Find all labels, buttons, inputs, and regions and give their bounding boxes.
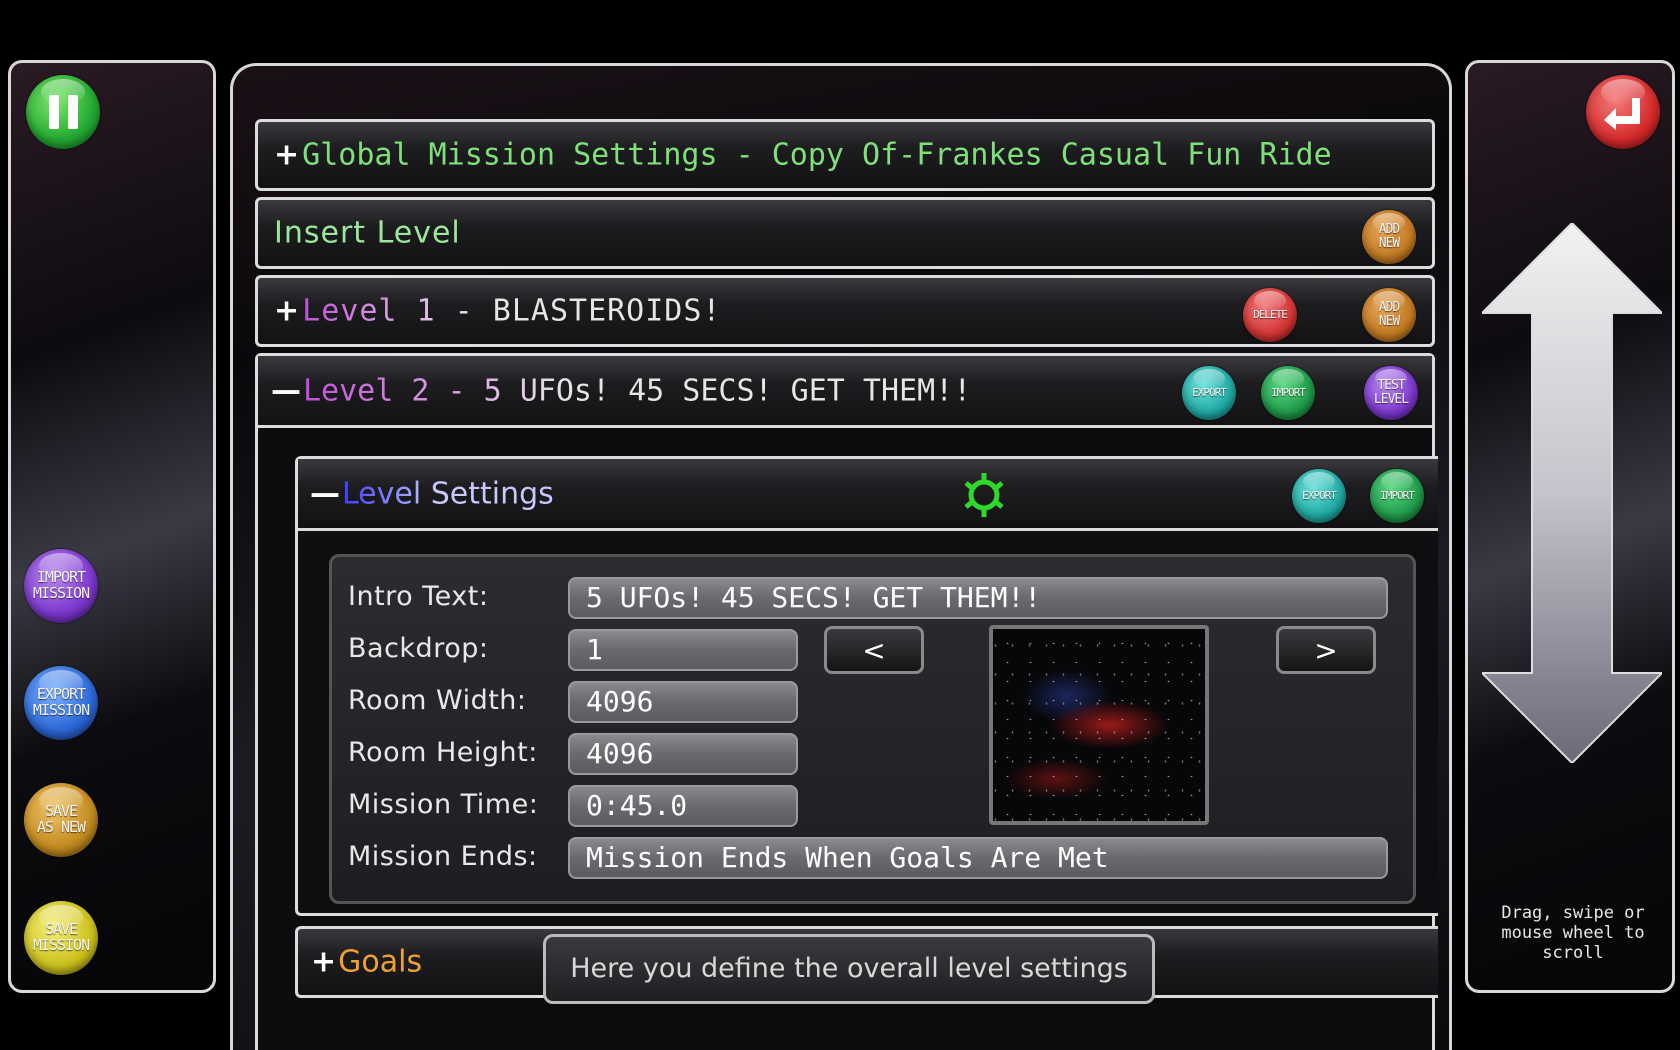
room-width-input[interactable]: 4096 [568, 681, 798, 723]
global-settings-title: Global Mission Settings - Copy Of-Franke… [302, 137, 1332, 173]
insert-level-row: Insert Level ADD NEW [255, 197, 1435, 269]
expand-icon: + [274, 293, 301, 329]
collapse-icon: — [310, 476, 340, 511]
save-as-new-button[interactable]: SAVE AS NEW [24, 783, 98, 857]
import-level-button[interactable]: IMPORT [1261, 366, 1315, 420]
delete-level-button[interactable]: DELETE [1243, 288, 1297, 342]
room-width-label: Room Width: [348, 685, 527, 716]
scroll-arrow-icon[interactable] [1482, 223, 1662, 763]
collapse-icon: — [271, 373, 301, 408]
pause-button[interactable] [26, 75, 100, 149]
import-mission-button[interactable]: IMPORT MISSION [24, 549, 98, 623]
backdrop-preview [989, 625, 1209, 825]
mission-ends-label: Mission Ends: [348, 841, 538, 872]
test-level-button[interactable]: TEST LEVEL [1364, 366, 1418, 420]
intro-text-input[interactable]: 5 UFOs! 45 SECS! GET THEM!! [568, 577, 1388, 619]
backdrop-next-button[interactable]: > [1276, 626, 1376, 674]
level-2-section: —Level 2 - 5 UFOs! 45 SECS! GET THEM!! E… [255, 353, 1438, 1050]
return-arrow-icon [1604, 98, 1640, 130]
right-sidebar: Drag, swipe or mouse wheel to scroll [1465, 60, 1675, 993]
expand-icon: + [311, 944, 337, 980]
left-sidebar: IMPORT MISSION EXPORT MISSION SAVE AS NE… [8, 60, 216, 993]
room-height-label: Room Height: [348, 737, 538, 768]
backdrop-input[interactable]: 1 [568, 629, 798, 671]
pause-icon [48, 95, 78, 129]
level-2-header[interactable]: —Level 2 - 5 UFOs! 45 SECS! GET THEM!! E… [258, 356, 1432, 428]
mission-ends-select[interactable]: Mission Ends When Goals Are Met [568, 837, 1388, 879]
add-new-level-button[interactable]: ADD NEW [1362, 288, 1416, 342]
backdrop-label: Backdrop: [348, 633, 489, 664]
help-tooltip: Here you define the overall level settin… [543, 934, 1155, 1004]
room-height-input[interactable]: 4096 [568, 733, 798, 775]
back-button[interactable] [1586, 75, 1660, 149]
import-settings-button[interactable]: IMPORT [1370, 469, 1424, 523]
add-new-level-button[interactable]: ADD NEW [1362, 210, 1416, 264]
level-1-header[interactable]: +Level 1 - BLASTEROIDS! DELETE ADD NEW [255, 275, 1435, 347]
settings-form: Intro Text: 5 UFOs! 45 SECS! GET THEM!! … [329, 554, 1416, 904]
level-settings-header[interactable]: —Level Settings EXPORT IMPORT [298, 459, 1438, 531]
level-settings-section: —Level Settings EXPORT IMPORT Intro Text… [295, 456, 1438, 916]
mission-time-input[interactable]: 0:45.0 [568, 785, 798, 827]
insert-level-title: Insert Level [274, 215, 461, 251]
global-mission-settings-header[interactable]: +Global Mission Settings - Copy Of-Frank… [255, 119, 1435, 191]
intro-text-label: Intro Text: [348, 581, 489, 612]
scroll-hint: Drag, swipe or mouse wheel to scroll [1501, 903, 1645, 963]
mission-editor: +Global Mission Settings - Copy Of-Frank… [230, 63, 1452, 1050]
goals-title: Goals [338, 944, 423, 980]
level-1-title: Level 1 - BLASTEROIDS! [302, 293, 722, 329]
level-2-title: Level 2 - 5 UFOs! 45 SECS! GET THEM!! [303, 373, 972, 408]
export-settings-button[interactable]: EXPORT [1292, 469, 1346, 523]
save-mission-button[interactable]: SAVE MISSION [24, 901, 98, 975]
expand-icon: + [274, 137, 301, 173]
level-settings-title: Level Settings [342, 476, 554, 511]
export-mission-button[interactable]: EXPORT MISSION [24, 666, 98, 740]
mission-time-label: Mission Time: [348, 789, 539, 820]
backdrop-prev-button[interactable]: < [824, 626, 924, 674]
settings-gear-icon[interactable] [958, 469, 1010, 521]
export-level-button[interactable]: EXPORT [1182, 366, 1236, 420]
